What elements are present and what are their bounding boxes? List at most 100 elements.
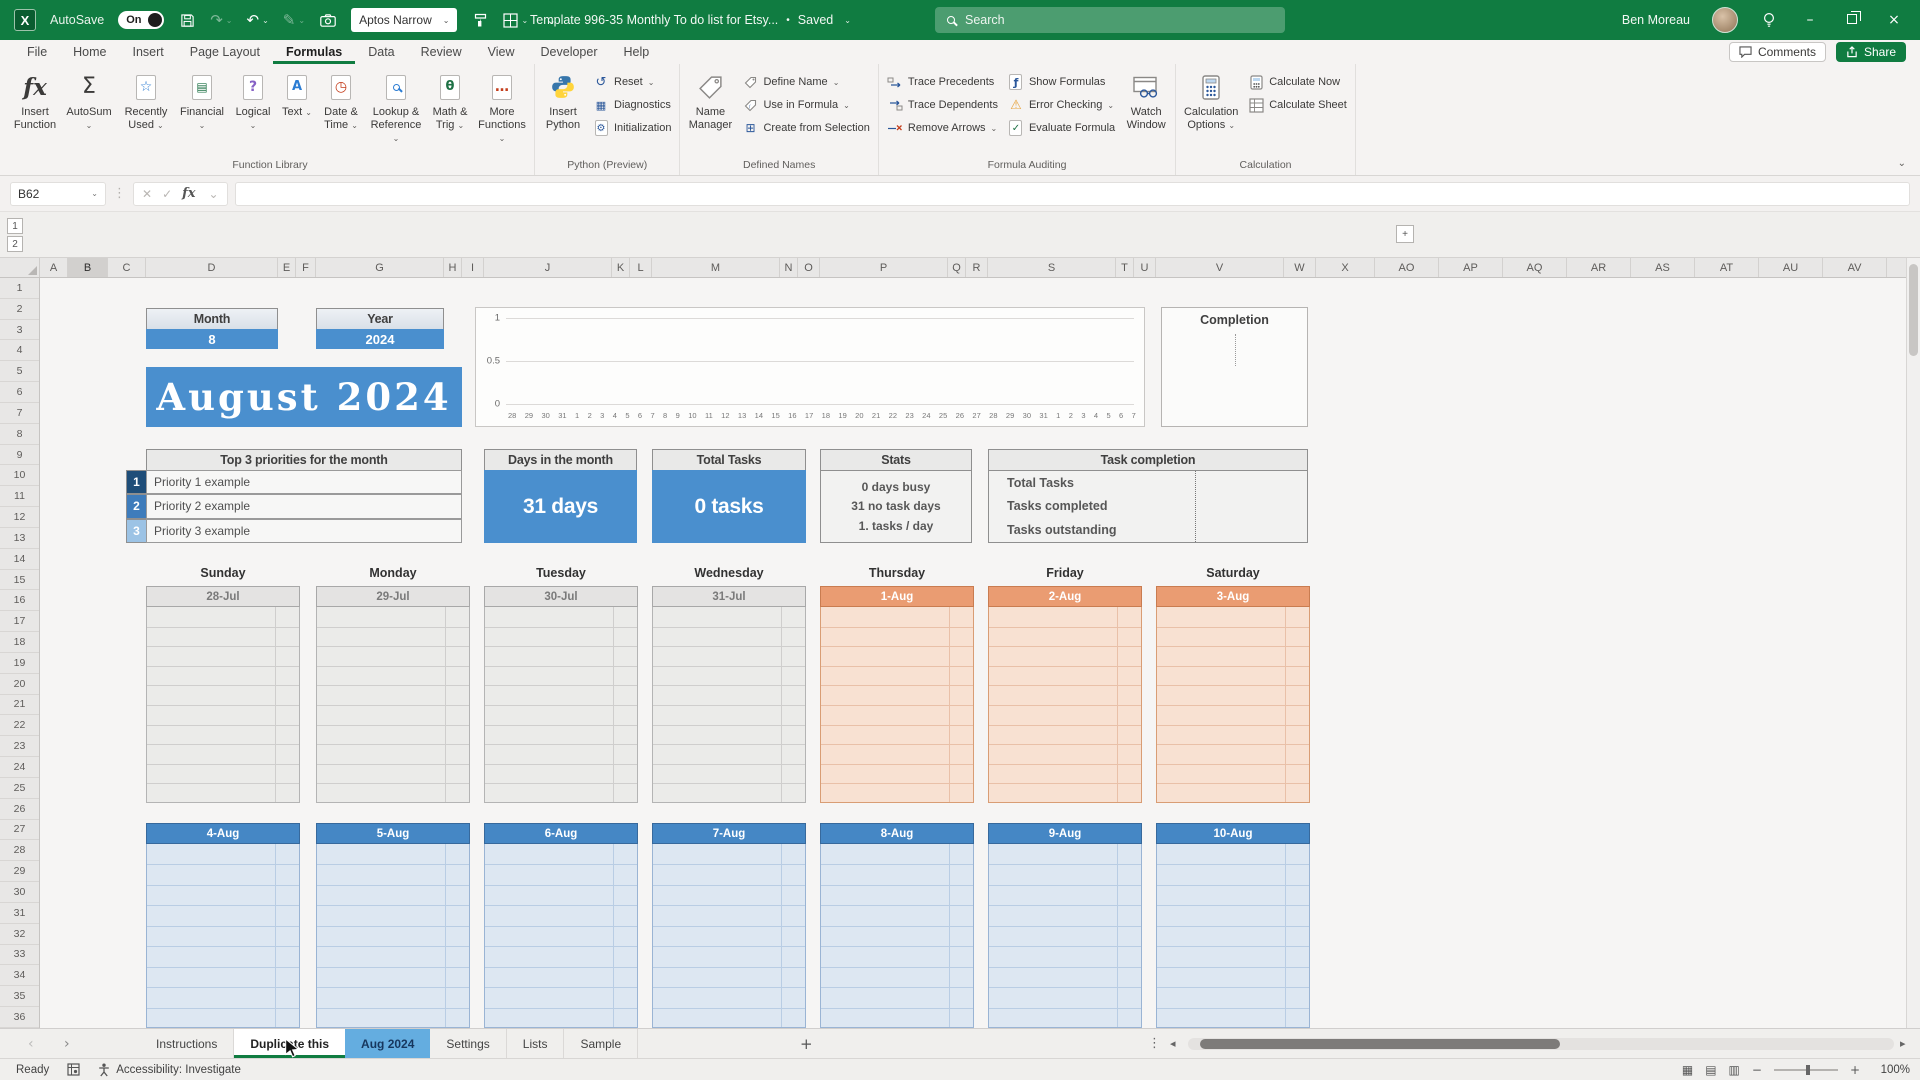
row-header-12[interactable]: 12 xyxy=(0,507,39,528)
ribbon-button-diagnostics[interactable]: ▦Diagnostics xyxy=(593,95,671,115)
menu-tab-developer[interactable]: Developer xyxy=(528,40,611,64)
column-header-R[interactable]: R xyxy=(966,258,988,277)
column-header-AP[interactable]: AP xyxy=(1439,258,1503,277)
calendar-task-area[interactable] xyxy=(988,607,1142,803)
page-break-view-icon[interactable]: ▥ xyxy=(1729,1063,1740,1077)
ribbon-button-more-functions[interactable]: …MoreFunctions ⌄ xyxy=(473,66,531,156)
year-value[interactable]: 2024 xyxy=(316,329,444,349)
format-painter-icon[interactable] xyxy=(471,9,489,31)
font-name-box[interactable]: Aptos Narrow⌄ xyxy=(351,8,457,32)
lightbulb-icon[interactable] xyxy=(1760,9,1778,31)
column-header-AR[interactable]: AR xyxy=(1567,258,1631,277)
row-header-24[interactable]: 24 xyxy=(0,757,39,778)
calendar-task-area[interactable] xyxy=(820,844,974,1028)
vertical-scrollbar[interactable] xyxy=(1906,258,1920,1028)
calendar-date-header[interactable]: 1-Aug xyxy=(820,586,974,607)
ribbon-button-evaluate-formula[interactable]: ✓Evaluate Formula xyxy=(1008,118,1115,138)
name-box[interactable]: B62 ⌄ xyxy=(10,182,106,206)
zoom-slider-knob[interactable] xyxy=(1806,1065,1810,1075)
horizontal-scrollbar-thumb[interactable] xyxy=(1200,1039,1560,1049)
column-header-AO[interactable]: AO xyxy=(1375,258,1439,277)
ribbon-button-calculate-sheet[interactable]: Calculate Sheet xyxy=(1248,95,1347,115)
ribbon-button-date-time[interactable]: ◷Date &Time ⌄ xyxy=(317,66,365,156)
column-header-X[interactable]: X xyxy=(1316,258,1375,277)
row-header-11[interactable]: 11 xyxy=(0,486,39,507)
row-header-29[interactable]: 29 xyxy=(0,861,39,882)
calendar-date-header[interactable]: 28-Jul xyxy=(146,586,300,607)
ribbon-button-logical[interactable]: ?Logical ⌄ xyxy=(229,66,277,156)
row-header-5[interactable]: 5 xyxy=(0,361,39,382)
calendar-date-header[interactable]: 7-Aug xyxy=(652,823,806,844)
row-header-19[interactable]: 19 xyxy=(0,653,39,674)
search-bar[interactable]: Search xyxy=(935,7,1285,33)
ribbon-button-create-from-selection[interactable]: ⊞Create from Selection xyxy=(742,118,869,138)
calendar-task-area[interactable] xyxy=(652,607,806,803)
menu-tab-review[interactable]: Review xyxy=(408,40,475,64)
calendar-date-header[interactable]: 30-Jul xyxy=(484,586,638,607)
column-header-N[interactable]: N xyxy=(780,258,798,277)
ribbon-button-calculation-options[interactable]: CalculationOptions ⌄ xyxy=(1179,66,1243,156)
ribbon-button-name-manager[interactable]: NameManager xyxy=(683,66,737,156)
month-value[interactable]: 8 xyxy=(146,329,278,349)
row-header-4[interactable]: 4 xyxy=(0,340,39,361)
row-header-28[interactable]: 28 xyxy=(0,840,39,861)
cell-styles-icon[interactable]: ⌄ xyxy=(503,9,528,31)
row-header-23[interactable]: 23 xyxy=(0,736,39,757)
zoom-in-button[interactable]: + xyxy=(1850,1063,1860,1077)
row-header-1[interactable]: 1 xyxy=(0,278,39,299)
close-button[interactable]: × xyxy=(1884,12,1904,28)
calendar-date-header[interactable]: 5-Aug xyxy=(316,823,470,844)
calendar-task-area[interactable] xyxy=(1156,607,1310,803)
calendar-task-area[interactable] xyxy=(146,607,300,803)
ribbon-button-insert-function[interactable]: fxInsertFunction xyxy=(9,66,61,156)
row-header-30[interactable]: 30 xyxy=(0,882,39,903)
sheet-tab-aug-2024[interactable]: Aug 2024 xyxy=(345,1029,430,1058)
menu-tab-data[interactable]: Data xyxy=(355,40,407,64)
sheet-tab-duplicate-this[interactable]: Duplicate this xyxy=(234,1029,345,1058)
priority-text-cell[interactable]: Priority 1 example xyxy=(146,470,462,494)
calendar-task-area[interactable] xyxy=(484,607,638,803)
column-header-AQ[interactable]: AQ xyxy=(1503,258,1567,277)
column-header-S[interactable]: S xyxy=(988,258,1116,277)
page-layout-view-icon[interactable]: ▤ xyxy=(1705,1063,1716,1077)
sheet-grid[interactable]: 1234567891011121314151617181920212223242… xyxy=(0,278,1906,1028)
calendar-date-header[interactable]: 8-Aug xyxy=(820,823,974,844)
camera-icon[interactable] xyxy=(319,9,337,31)
document-title[interactable]: Template 996-35 Monthly To do list for E… xyxy=(530,0,851,40)
row-header-3[interactable]: 3 xyxy=(0,320,39,341)
zoom-out-button[interactable]: − xyxy=(1752,1063,1762,1077)
zoom-level[interactable]: 100% xyxy=(1872,1064,1910,1076)
zoom-slider[interactable] xyxy=(1774,1069,1838,1071)
row-header-27[interactable]: 27 xyxy=(0,820,39,841)
calendar-task-area[interactable] xyxy=(652,844,806,1028)
outline-expand-button[interactable]: + xyxy=(1396,225,1414,243)
column-header-G[interactable]: G xyxy=(316,258,444,277)
ribbon-button-calculate-now[interactable]: Calculate Now xyxy=(1248,72,1347,92)
normal-view-icon[interactable]: ▦ xyxy=(1682,1063,1693,1077)
calendar-date-header[interactable]: 10-Aug xyxy=(1156,823,1310,844)
calendar-task-area[interactable] xyxy=(820,607,974,803)
menu-tab-insert[interactable]: Insert xyxy=(120,40,177,64)
ribbon-button-financial[interactable]: ▤Financial ⌄ xyxy=(175,66,229,156)
calendar-task-area[interactable] xyxy=(988,844,1142,1028)
new-sheet-button[interactable]: + xyxy=(800,1029,813,1058)
column-header-AT[interactable]: AT xyxy=(1695,258,1759,277)
calendar-task-area[interactable] xyxy=(316,607,470,803)
calendar-task-area[interactable] xyxy=(316,844,470,1028)
calendar-date-header[interactable]: 29-Jul xyxy=(316,586,470,607)
row-header-26[interactable]: 26 xyxy=(0,799,39,820)
row-header-32[interactable]: 32 xyxy=(0,924,39,945)
column-header-P[interactable]: P xyxy=(820,258,948,277)
calendar-task-area[interactable] xyxy=(146,844,300,1028)
column-header-V[interactable]: V xyxy=(1156,258,1284,277)
row-header-17[interactable]: 17 xyxy=(0,611,39,632)
comments-button[interactable]: Comments xyxy=(1729,42,1826,62)
column-header-Q[interactable]: Q xyxy=(948,258,966,277)
row-header-35[interactable]: 35 xyxy=(0,986,39,1007)
column-header-AU[interactable]: AU xyxy=(1759,258,1823,277)
select-all-corner[interactable] xyxy=(0,258,40,277)
calendar-date-header[interactable]: 6-Aug xyxy=(484,823,638,844)
row-header-22[interactable]: 22 xyxy=(0,715,39,736)
column-header-C[interactable]: C xyxy=(108,258,146,277)
sheet-tab-lists[interactable]: Lists xyxy=(507,1029,565,1058)
